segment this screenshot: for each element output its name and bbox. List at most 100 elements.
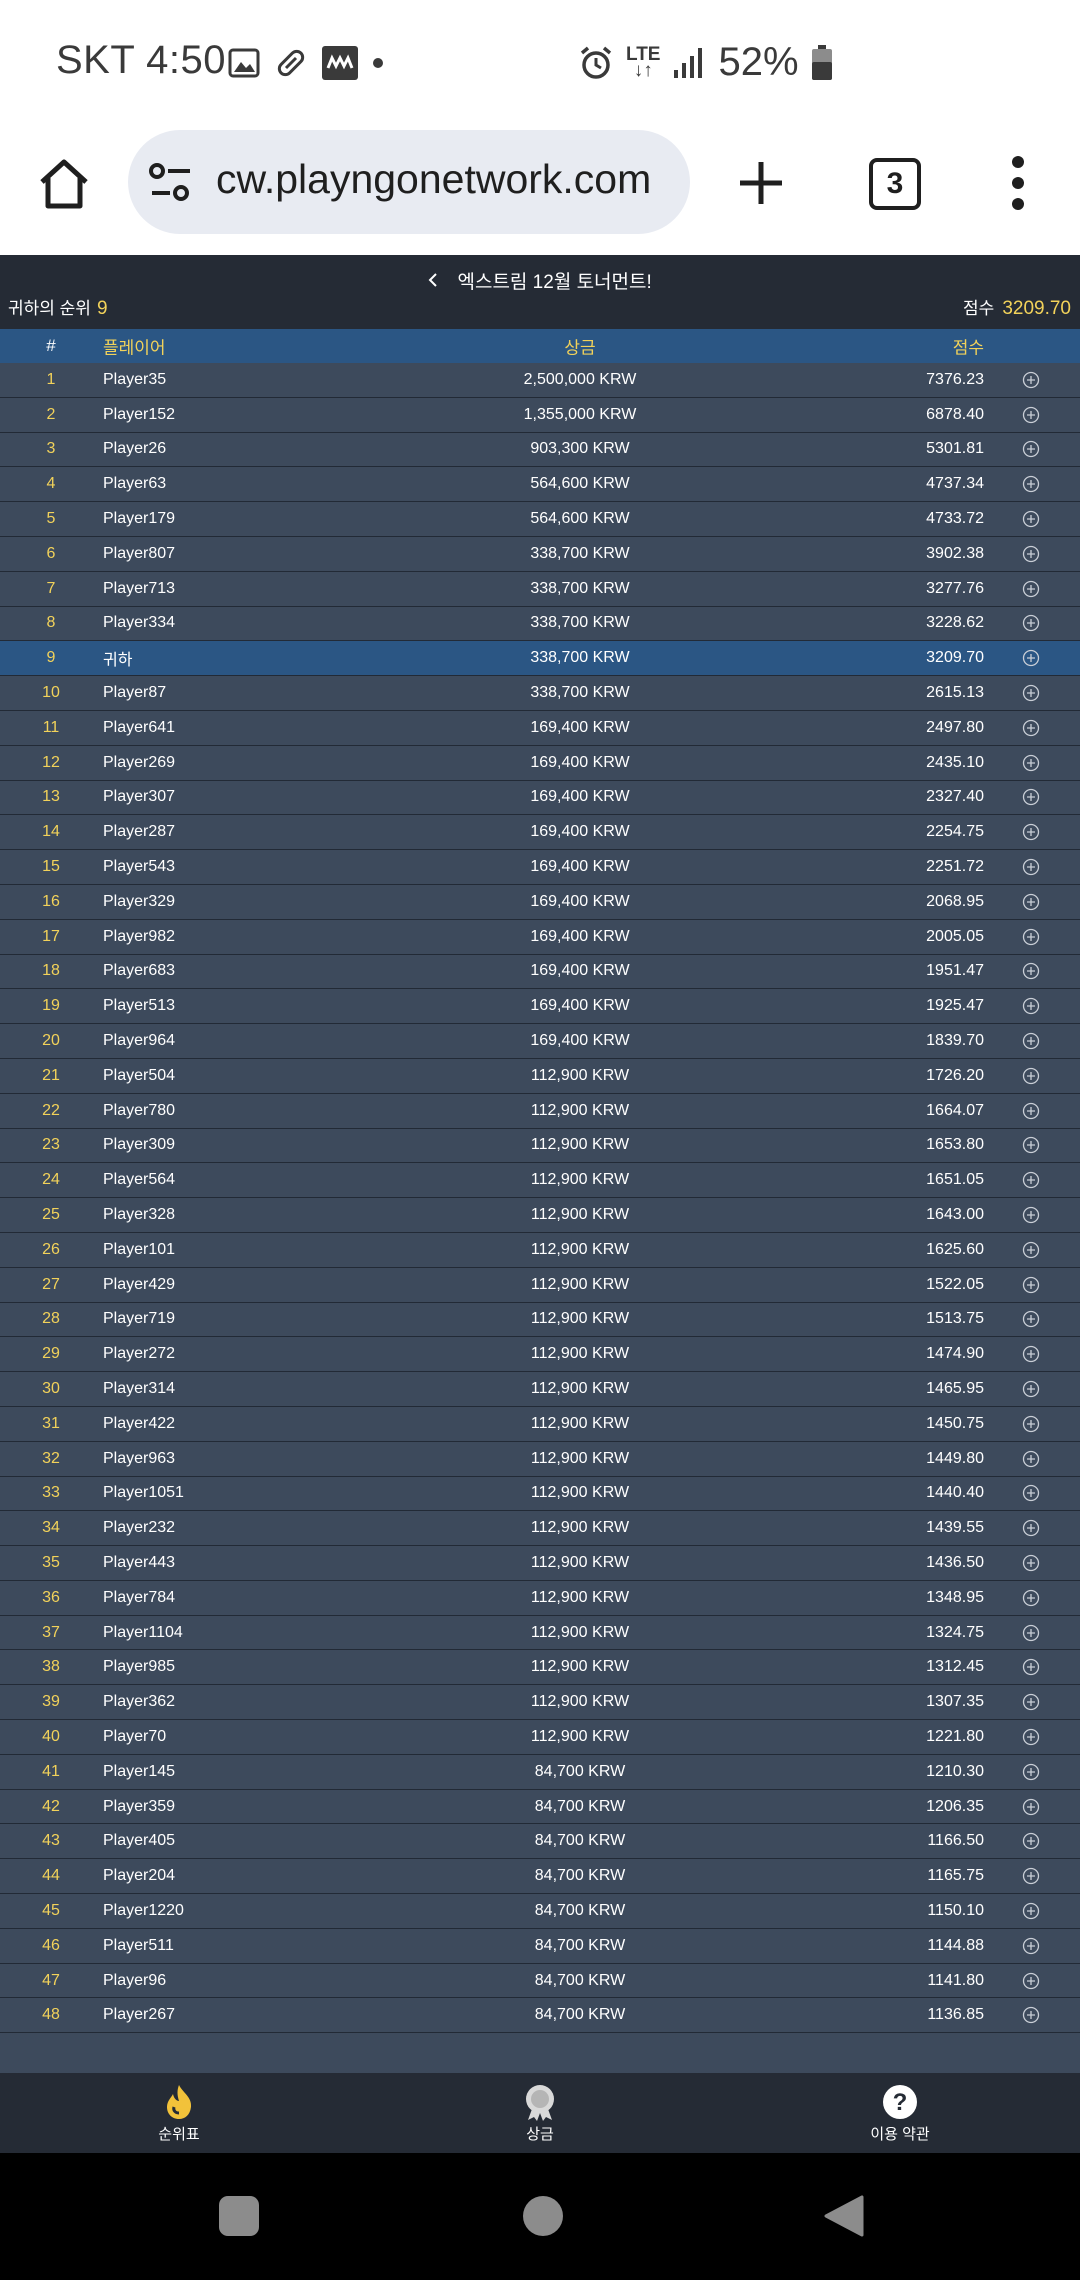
row-rank: 14 [42,823,60,841]
table-row: 28 Player719 112,900 KRW 1513.75 [0,1302,1080,1338]
nav-leaderboard[interactable]: 순위표 [119,2083,239,2144]
expand-row-icon[interactable] [1022,1450,1040,1468]
nav-prizes[interactable]: 상금 [480,2083,600,2144]
expand-row-icon[interactable] [1022,1171,1040,1189]
row-player: Player309 [103,1136,176,1154]
table-row: 30 Player314 112,900 KRW 1465.95 [0,1372,1080,1407]
expand-row-icon[interactable] [1022,614,1040,632]
expand-row-icon[interactable] [1022,1972,1040,1990]
row-score: 3228.62 [926,614,984,632]
row-player: Player334 [103,614,176,632]
expand-row-icon[interactable] [1022,1345,1040,1363]
more-notifications-icon [373,58,383,68]
expand-row-icon[interactable] [1022,997,1040,1015]
row-prize: 338,700 KRW [530,579,630,597]
expand-row-icon[interactable] [1022,580,1040,598]
expand-row-icon[interactable] [1022,823,1040,841]
tab-switcher-button[interactable]: 3 [869,158,921,210]
expand-row-icon[interactable] [1022,1902,1040,1920]
expand-row-icon[interactable] [1022,1206,1040,1224]
expand-row-icon[interactable] [1022,475,1040,493]
notification-icons [228,46,384,80]
home-icon [40,159,88,209]
row-rank: 4 [46,475,56,493]
new-tab-button[interactable] [736,158,786,208]
nav-prizes-label: 상금 [526,2126,554,2143]
row-rank: 5 [46,510,56,528]
row-prize: 169,400 KRW [530,892,630,910]
row-player: Player641 [103,718,176,736]
expand-row-icon[interactable] [1022,684,1040,702]
expand-row-icon[interactable] [1022,1554,1040,1572]
expand-row-icon[interactable] [1022,649,1040,667]
expand-row-icon[interactable] [1022,1032,1040,1050]
expand-row-icon[interactable] [1022,1276,1040,1294]
expand-row-icon[interactable] [1022,928,1040,946]
table-row: 9 귀하 338,700 KRW 3209.70 [0,641,1080,677]
row-score: 1136.85 [927,2006,984,2024]
row-rank: 41 [42,1762,60,1780]
row-rank: 10 [42,684,60,702]
row-score: 1436.50 [926,1553,984,1571]
expand-row-icon[interactable] [1022,1728,1040,1746]
expand-row-icon[interactable] [1022,1832,1040,1850]
expand-row-icon[interactable] [1022,1937,1040,1955]
nav-terms[interactable]: ? 이용 약관 [840,2083,960,2144]
expand-row-icon[interactable] [1022,719,1040,737]
expand-row-icon[interactable] [1022,1136,1040,1154]
home-button[interactable] [34,154,94,214]
expand-row-icon[interactable] [1022,1241,1040,1259]
row-player: Player422 [103,1414,176,1432]
site-settings-icon[interactable] [148,160,194,204]
menu-dot-icon [1012,177,1024,189]
row-player: Player511 [103,1936,174,1954]
back-nav-icon[interactable] [820,2193,866,2239]
recent-apps-icon[interactable] [216,2193,262,2239]
table-row: 32 Player963 112,900 KRW 1449.80 [0,1441,1080,1477]
expand-row-icon[interactable] [1022,1519,1040,1537]
expand-row-icon[interactable] [1022,1380,1040,1398]
expand-row-icon[interactable] [1022,1484,1040,1502]
expand-row-icon[interactable] [1022,1310,1040,1328]
expand-row-icon[interactable] [1022,1624,1040,1642]
tournament-title-bar[interactable]: 엑스트림 12월 토너먼트! [0,267,1080,294]
row-player: Player504 [103,1066,176,1084]
browser-menu-button[interactable] [1004,156,1032,216]
expand-row-icon[interactable] [1022,788,1040,806]
browser-toolbar: cw.playngonetwork.com 3 [0,130,1080,255]
expand-row-icon[interactable] [1022,406,1040,424]
plus-icon [740,162,782,204]
chevron-left-icon[interactable] [428,272,438,288]
expand-row-icon[interactable] [1022,510,1040,528]
expand-row-icon[interactable] [1022,1589,1040,1607]
expand-row-icon[interactable] [1022,1763,1040,1781]
expand-row-icon[interactable] [1022,2006,1040,2024]
expand-row-icon[interactable] [1022,1867,1040,1885]
url-text[interactable]: cw.playngonetwork.com [216,156,676,203]
row-prize: 169,400 KRW [530,823,630,841]
address-bar[interactable]: cw.playngonetwork.com [128,130,690,234]
expand-row-icon[interactable] [1022,371,1040,389]
expand-row-icon[interactable] [1022,1658,1040,1676]
my-rank-value: 9 [96,298,108,319]
my-rank: 귀하의 순위 9 [8,294,108,320]
row-score: 1450.75 [926,1414,984,1432]
expand-row-icon[interactable] [1022,1102,1040,1120]
expand-row-icon[interactable] [1022,893,1040,911]
expand-row-icon[interactable] [1022,1693,1040,1711]
expand-row-icon[interactable] [1022,962,1040,980]
row-player: Player963 [103,1449,176,1467]
expand-row-icon[interactable] [1022,1415,1040,1433]
expand-row-icon[interactable] [1022,1067,1040,1085]
home-nav-icon[interactable] [520,2193,566,2239]
nav-terms-label: 이용 약관 [870,2126,930,2143]
expand-row-icon[interactable] [1022,754,1040,772]
row-rank: 9 [46,649,56,667]
row-score: 6878.40 [926,405,984,423]
expand-row-icon[interactable] [1022,545,1040,563]
expand-row-icon[interactable] [1022,440,1040,458]
row-player: Player359 [103,1797,176,1815]
gallery-icon [228,48,260,78]
expand-row-icon[interactable] [1022,1798,1040,1816]
expand-row-icon[interactable] [1022,858,1040,876]
